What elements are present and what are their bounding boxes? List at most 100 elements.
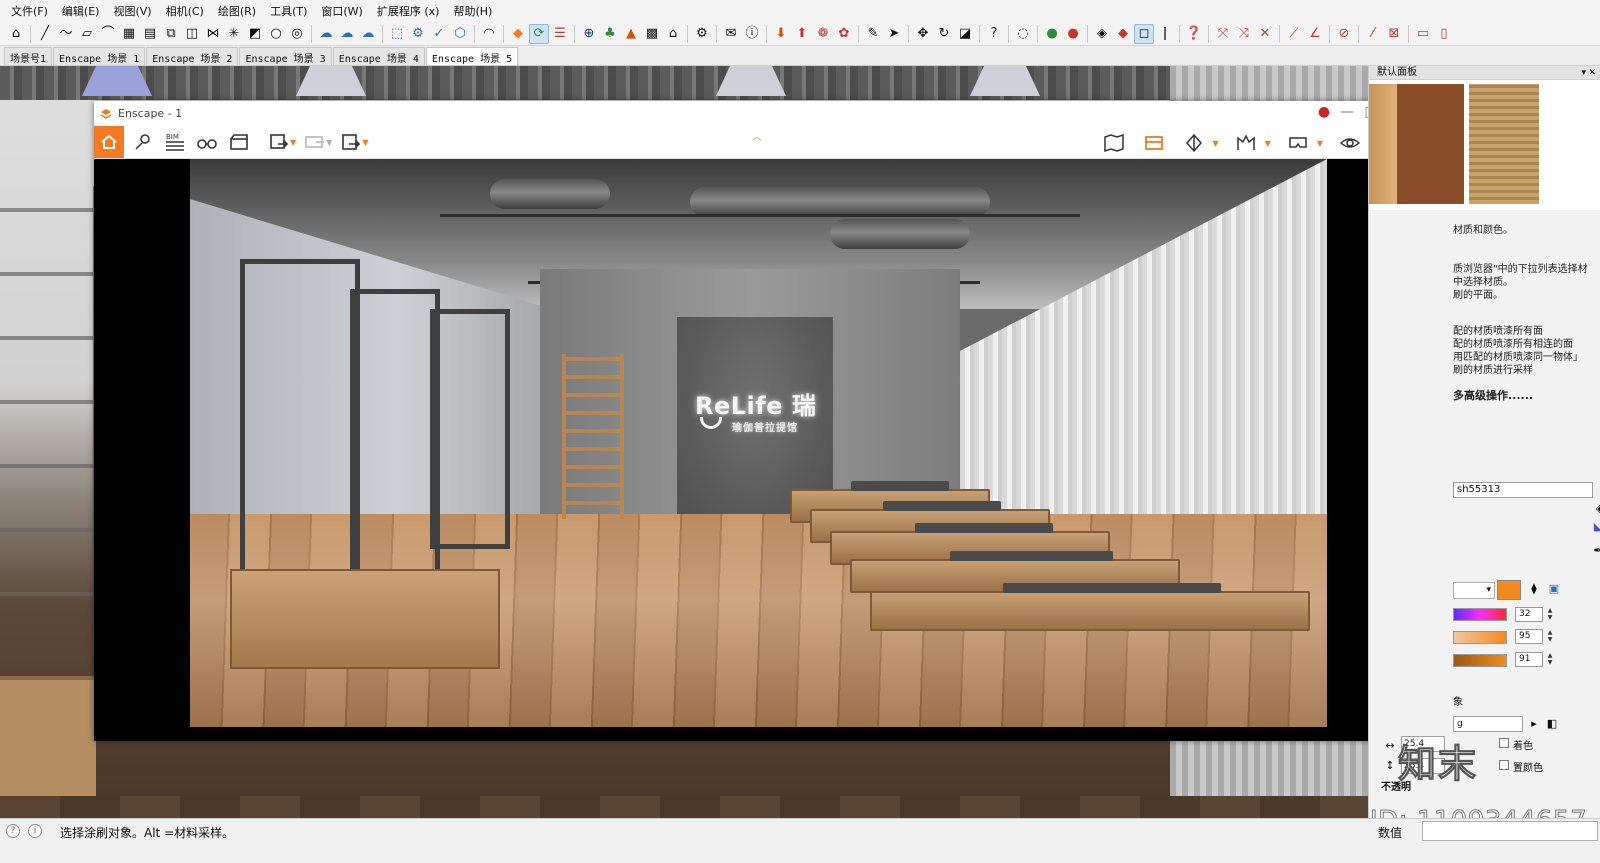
- hex-icon[interactable]: ⬡: [450, 24, 470, 44]
- hue-spin-arrows[interactable]: ▲ ▼: [1545, 607, 1555, 622]
- exe-export-icon[interactable]: [338, 129, 364, 155]
- menu-draw[interactable]: 绘图(R): [211, 3, 263, 19]
- push-pull-icon[interactable]: ⧉: [161, 24, 181, 44]
- material-editor-icon[interactable]: [1181, 130, 1207, 156]
- import-icon[interactable]: ⬇: [771, 24, 791, 44]
- enscape-home-button[interactable]: [94, 126, 124, 158]
- material-swatch-blank[interactable]: [1541, 84, 1600, 204]
- help-more-link[interactable]: 多高级操作......: [1453, 389, 1533, 402]
- paint-bucket-icon[interactable]: ◻: [1134, 23, 1154, 44]
- offset-icon[interactable]: ◫: [182, 24, 202, 44]
- material-preview-icon[interactable]: ◣: [1591, 520, 1600, 534]
- scene-tab-0[interactable]: 场景号1: [4, 47, 53, 65]
- paint-icon[interactable]: ◈: [1092, 24, 1112, 44]
- menu-view[interactable]: 视图(V): [106, 3, 158, 19]
- shape-icon[interactable]: ▱: [77, 24, 97, 44]
- curve-icon[interactable]: ◠: [479, 24, 499, 44]
- chevron-down-icon[interactable]: ▼: [1265, 139, 1271, 148]
- rotate-icon[interactable]: ↻: [934, 24, 954, 44]
- enscape-titlebar[interactable]: Enscape - 1 ● — □ ✕: [94, 101, 1449, 126]
- scene-tab-3[interactable]: Enscape 场景 3: [239, 47, 332, 65]
- scene-tab-1[interactable]: Enscape 场景 1: [53, 47, 146, 65]
- enscape-sync-icon[interactable]: ⟳: [529, 23, 549, 44]
- minimize-icon[interactable]: —: [1336, 104, 1358, 120]
- move-icon[interactable]: ✥: [913, 24, 933, 44]
- circle-icon[interactable]: ○: [266, 24, 286, 44]
- reset-icon[interactable]: ⧫: [1527, 582, 1541, 596]
- screenshot-export-icon[interactable]: [266, 129, 292, 155]
- orbit-icon[interactable]: ◌: [1013, 24, 1033, 44]
- bim-button[interactable]: BIM: [162, 129, 188, 155]
- chevron-down-icon[interactable]: ▼: [290, 138, 296, 147]
- house-icon[interactable]: ⌂: [663, 24, 683, 44]
- cloud-sync-icon[interactable]: ☁: [337, 24, 357, 44]
- info-icon[interactable]: i: [28, 824, 42, 838]
- current-color-swatch[interactable]: [1497, 580, 1521, 600]
- enscape-render-view[interactable]: ReLife 瑞 瑜伽普拉提馆: [190, 159, 1327, 727]
- angle-icon[interactable]: ∠: [1305, 24, 1325, 44]
- red-ball-icon[interactable]: ●: [1063, 24, 1083, 44]
- menu-edit[interactable]: 编辑(E): [55, 3, 107, 19]
- add-circle-icon[interactable]: ⊕: [579, 24, 599, 44]
- map-icon[interactable]: [1101, 130, 1127, 156]
- menu-camera[interactable]: 相机(C): [159, 3, 211, 19]
- screen-sample-icon[interactable]: ▣: [1547, 582, 1561, 596]
- star-icon[interactable]: ✳: [224, 24, 244, 44]
- green-ball-icon[interactable]: ●: [1042, 24, 1062, 44]
- folder-icon[interactable]: ▸: [1527, 717, 1541, 731]
- colorize-checkbox[interactable]: [1499, 738, 1509, 748]
- menu-file[interactable]: 文件(F): [4, 3, 55, 19]
- menu-extensions[interactable]: 扩展程序 (x): [370, 3, 447, 19]
- line-tool-icon[interactable]: ╱: [35, 24, 55, 44]
- export-icon[interactable]: ⬆: [792, 24, 812, 44]
- select-arrow-icon[interactable]: ➤: [884, 24, 904, 44]
- scene-tab-5[interactable]: Enscape 场景 5: [425, 47, 519, 65]
- checker-icon[interactable]: ▩: [642, 24, 662, 44]
- gear-blue-icon[interactable]: ⚙: [408, 24, 428, 44]
- atmosphere-icon[interactable]: [1233, 130, 1259, 156]
- arc-icon[interactable]: ⌒: [98, 24, 118, 44]
- lightness-value[interactable]: 91: [1515, 652, 1543, 667]
- create-material-icon[interactable]: ▯: [1595, 483, 1600, 497]
- check-icon[interactable]: ✓: [429, 24, 449, 44]
- eraser-icon[interactable]: ◆: [1113, 24, 1133, 44]
- visual-settings-eye-icon[interactable]: [1337, 130, 1363, 156]
- sample-material-icon[interactable]: ◈: [1593, 502, 1600, 516]
- lightness-spin-arrows[interactable]: ▲ ▼: [1545, 652, 1555, 667]
- render-icon[interactable]: ❁: [813, 24, 833, 44]
- cloud-icon[interactable]: ☁: [316, 24, 336, 44]
- hue-slider[interactable]: [1453, 608, 1507, 621]
- hue-value[interactable]: 32: [1515, 607, 1543, 622]
- home-icon[interactable]: ⌂: [6, 24, 26, 44]
- frame-2-icon[interactable]: ▯: [1434, 24, 1454, 44]
- texture-file-field[interactable]: g: [1453, 716, 1523, 732]
- info-icon[interactable]: ⓘ: [742, 24, 762, 44]
- vr-headset-icon[interactable]: [1285, 130, 1311, 156]
- material-name-field[interactable]: sh55313: [1453, 482, 1593, 498]
- lightness-slider[interactable]: [1453, 654, 1507, 667]
- enscape-start-icon[interactable]: ◆: [508, 24, 528, 44]
- frame-icon[interactable]: ▭: [1413, 24, 1433, 44]
- menu-tools[interactable]: 工具(T): [263, 3, 314, 19]
- reset-color-checkbox[interactable]: [1499, 760, 1509, 770]
- chevron-down-icon[interactable]: ▼: [1317, 139, 1323, 148]
- help-icon[interactable]: ?: [984, 24, 1004, 44]
- measurements-input[interactable]: [1422, 821, 1598, 841]
- chevron-down-icon[interactable]: ▼: [1213, 139, 1219, 148]
- clapper-icon[interactable]: [226, 129, 252, 155]
- material-icon[interactable]: ✿: [834, 24, 854, 44]
- settings-icon[interactable]: ⚙: [692, 24, 712, 44]
- menu-window[interactable]: 窗口(W): [314, 3, 369, 19]
- box-cross-icon[interactable]: ⊠: [1384, 24, 1404, 44]
- diag-line-icon[interactable]: ⟋: [1284, 24, 1304, 44]
- grid-icon[interactable]: ▦: [119, 24, 139, 44]
- asset-library-icon[interactable]: [1141, 130, 1167, 156]
- color-picker-dropdown[interactable]: ▾: [1453, 582, 1495, 599]
- slash-icon[interactable]: ⁄: [1363, 24, 1383, 44]
- draw-icon[interactable]: ✎: [863, 24, 883, 44]
- saturation-spin-arrows[interactable]: ▲ ▼: [1545, 629, 1555, 644]
- cross-arrows-2-icon[interactable]: ⤨: [1234, 24, 1254, 44]
- section-icon[interactable]: ▤: [140, 24, 160, 44]
- tape-icon[interactable]: ǀ: [1155, 24, 1175, 44]
- close-icon[interactable]: ✕: [1588, 66, 1596, 80]
